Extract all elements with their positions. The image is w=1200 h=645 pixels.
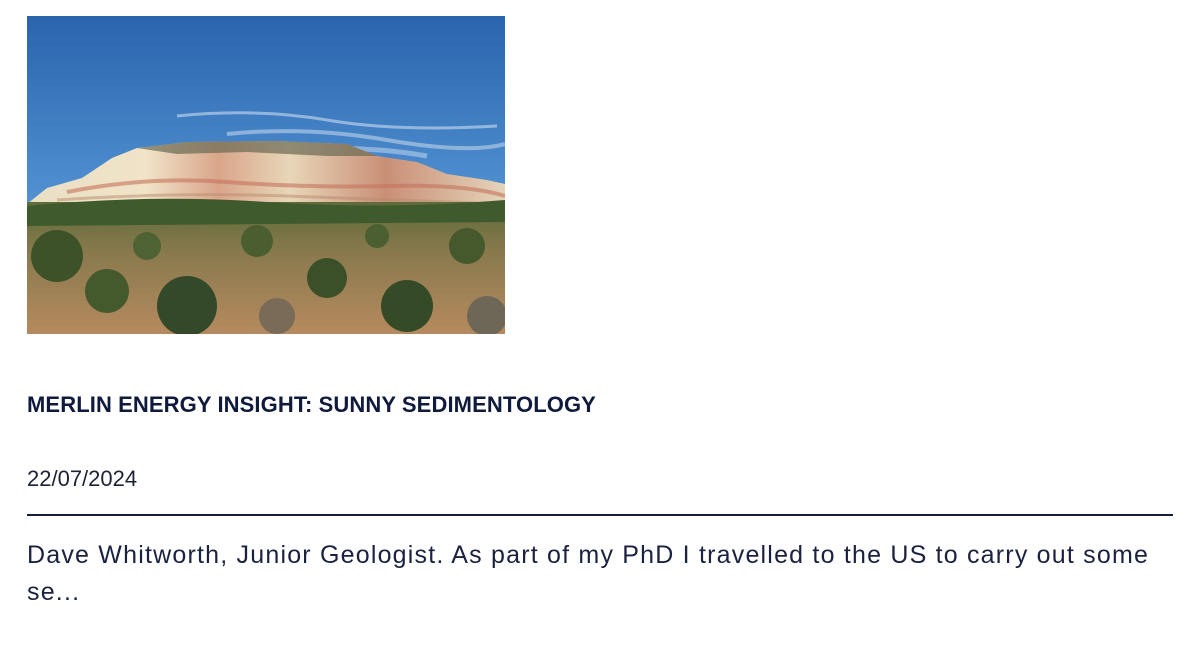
article-card: MERLIN ENERGY INSIGHT: SUNNY SEDIMENTOLO… — [27, 16, 1173, 616]
desert-mesa-landscape-image — [27, 16, 505, 334]
article-title-link[interactable]: MERLIN ENERGY INSIGHT: SUNNY SEDIMENTOLO… — [27, 392, 596, 418]
article-thumbnail-image[interactable] — [27, 16, 505, 334]
divider — [27, 514, 1173, 516]
article-date: 22/07/2024 — [27, 466, 138, 491]
article-excerpt: Dave Whitworth, Junior Geologist. As par… — [27, 541, 1150, 606]
